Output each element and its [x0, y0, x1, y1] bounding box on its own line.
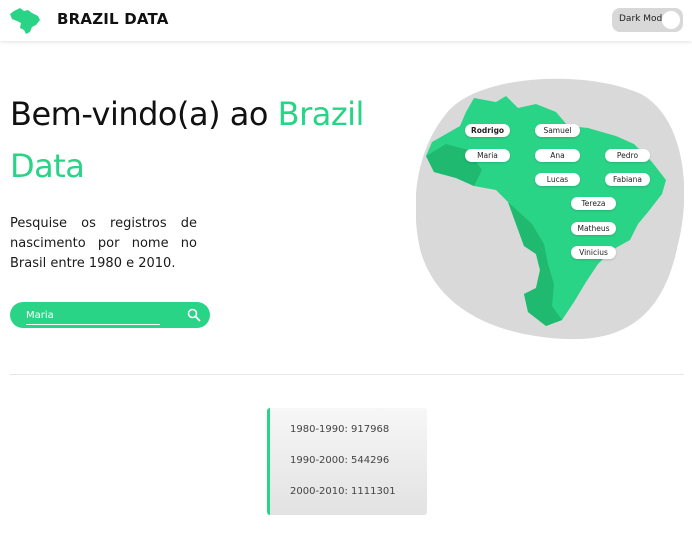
map-name-tag[interactable]: Ana	[535, 149, 580, 162]
page-title: Bem-vindo(a) ao Brazil Data	[10, 88, 410, 192]
map-name-tag[interactable]: Tereza	[571, 197, 616, 210]
title-plain: Bem-vindo(a) ao	[10, 95, 278, 133]
stat-row-2000-2010: 2000-2010: 1111301	[290, 486, 396, 497]
map-name-tag[interactable]: Fabiana	[605, 173, 650, 186]
stats-card: 1980-1990: 917968 1990-2000: 544296 2000…	[267, 408, 427, 515]
search-input[interactable]	[26, 306, 160, 325]
brazil-map-graphic	[415, 78, 685, 340]
stat-row-1990-2000: 1990-2000: 544296	[290, 455, 390, 466]
map-name-tag[interactable]: Rodrigo	[465, 124, 511, 137]
section-divider	[10, 374, 684, 375]
dark-mode-toggle[interactable]: Dark Mode	[612, 8, 683, 32]
map-name-tag[interactable]: Matheus	[571, 222, 616, 235]
map-name-tag[interactable]: Lucas	[535, 173, 580, 186]
map-name-tag[interactable]: Pedro	[605, 149, 650, 162]
search-bar	[10, 302, 210, 328]
hero-description: Pesquise os registros de nascimento por …	[10, 216, 197, 271]
map-name-tag[interactable]: Samuel	[535, 124, 580, 137]
brazil-logo-icon[interactable]	[8, 5, 42, 35]
map-name-tag[interactable]: Vinicius	[571, 246, 616, 259]
map-name-tag[interactable]: Maria	[465, 149, 510, 162]
title-accent-data: Data	[10, 147, 85, 185]
toggle-knob	[662, 11, 680, 29]
title-accent-brazil: Brazil	[277, 95, 365, 133]
search-icon[interactable]	[187, 308, 201, 322]
map-illustration: Rodrigo Samuel Maria Ana Pedro Lucas Fab…	[415, 74, 685, 342]
top-bar: BRAZIL DATA Dark Mode	[0, 0, 692, 41]
stat-row-1980-1990: 1980-1990: 917968	[290, 424, 390, 435]
dark-mode-label: Dark Mode	[619, 14, 668, 24]
brand-title[interactable]: BRAZIL DATA	[57, 10, 169, 28]
